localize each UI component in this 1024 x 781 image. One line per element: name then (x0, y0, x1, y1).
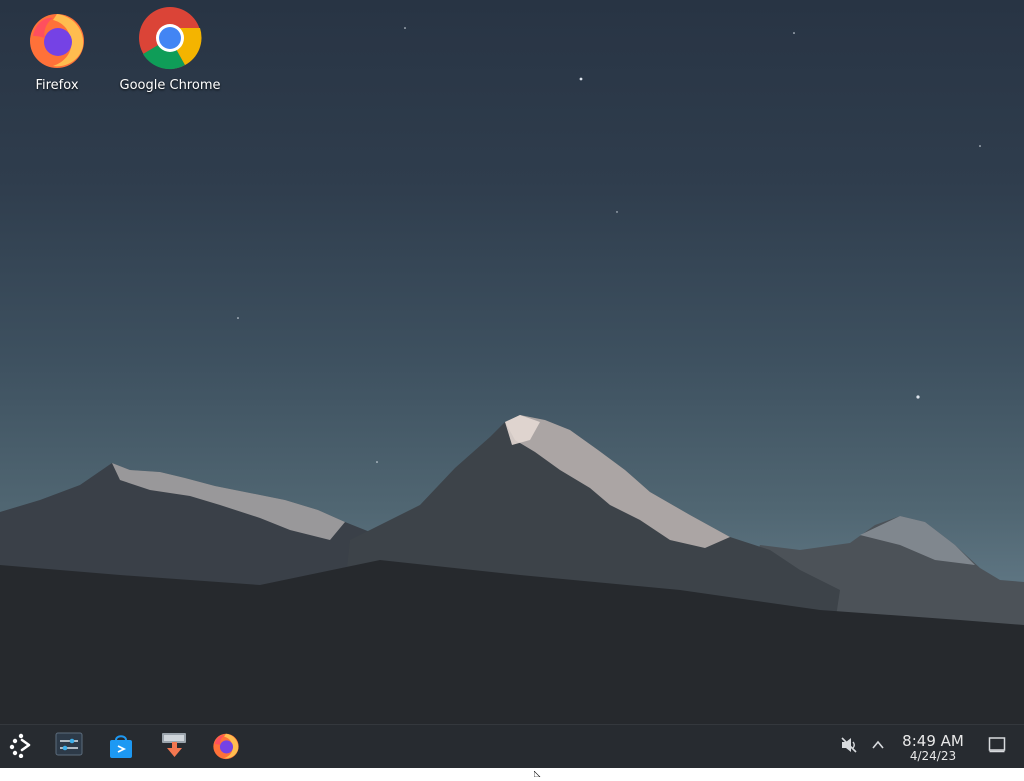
desktop-icon-google-chrome[interactable]: Google Chrome (115, 6, 225, 98)
chrome-icon (138, 6, 202, 70)
firefox-icon (25, 6, 89, 70)
clock-date: 4/24/23 (909, 749, 957, 763)
system-tray-expand-button[interactable] (868, 737, 888, 757)
firefox-icon (211, 730, 241, 764)
desktop-icon-label: Firefox (35, 78, 79, 93)
application-launcher-icon (8, 732, 34, 762)
taskbar-item-firefox[interactable] (209, 730, 243, 764)
taskbar-item-system-settings[interactable] (52, 730, 86, 764)
desktop[interactable]: Firefox Google Chrome (0, 0, 1024, 724)
desktop-icon-label: Google Chrome (119, 78, 221, 93)
volume-muted-icon (839, 735, 859, 759)
system-settings-icon (55, 732, 83, 762)
wallpaper (0, 27, 1024, 724)
desktop-icon-firefox[interactable]: Firefox (2, 6, 112, 98)
application-launcher-button[interactable] (4, 730, 38, 764)
taskbar: 8:49 AM 4/24/23 (0, 724, 1024, 768)
taskbar-item-discover[interactable] (104, 730, 138, 764)
show-desktop-icon (988, 736, 1006, 758)
clock-time: 8:49 AM (902, 732, 964, 750)
show-desktop-button[interactable] (987, 737, 1007, 757)
installer-icon (160, 731, 188, 763)
chevron-up-icon (870, 737, 886, 757)
discover-store-icon (107, 731, 135, 763)
digital-clock[interactable]: 8:49 AM 4/24/23 (898, 733, 968, 763)
taskbar-item-installer[interactable] (157, 730, 191, 764)
volume-button[interactable] (839, 737, 859, 757)
mouse-pointer-icon (533, 762, 542, 781)
